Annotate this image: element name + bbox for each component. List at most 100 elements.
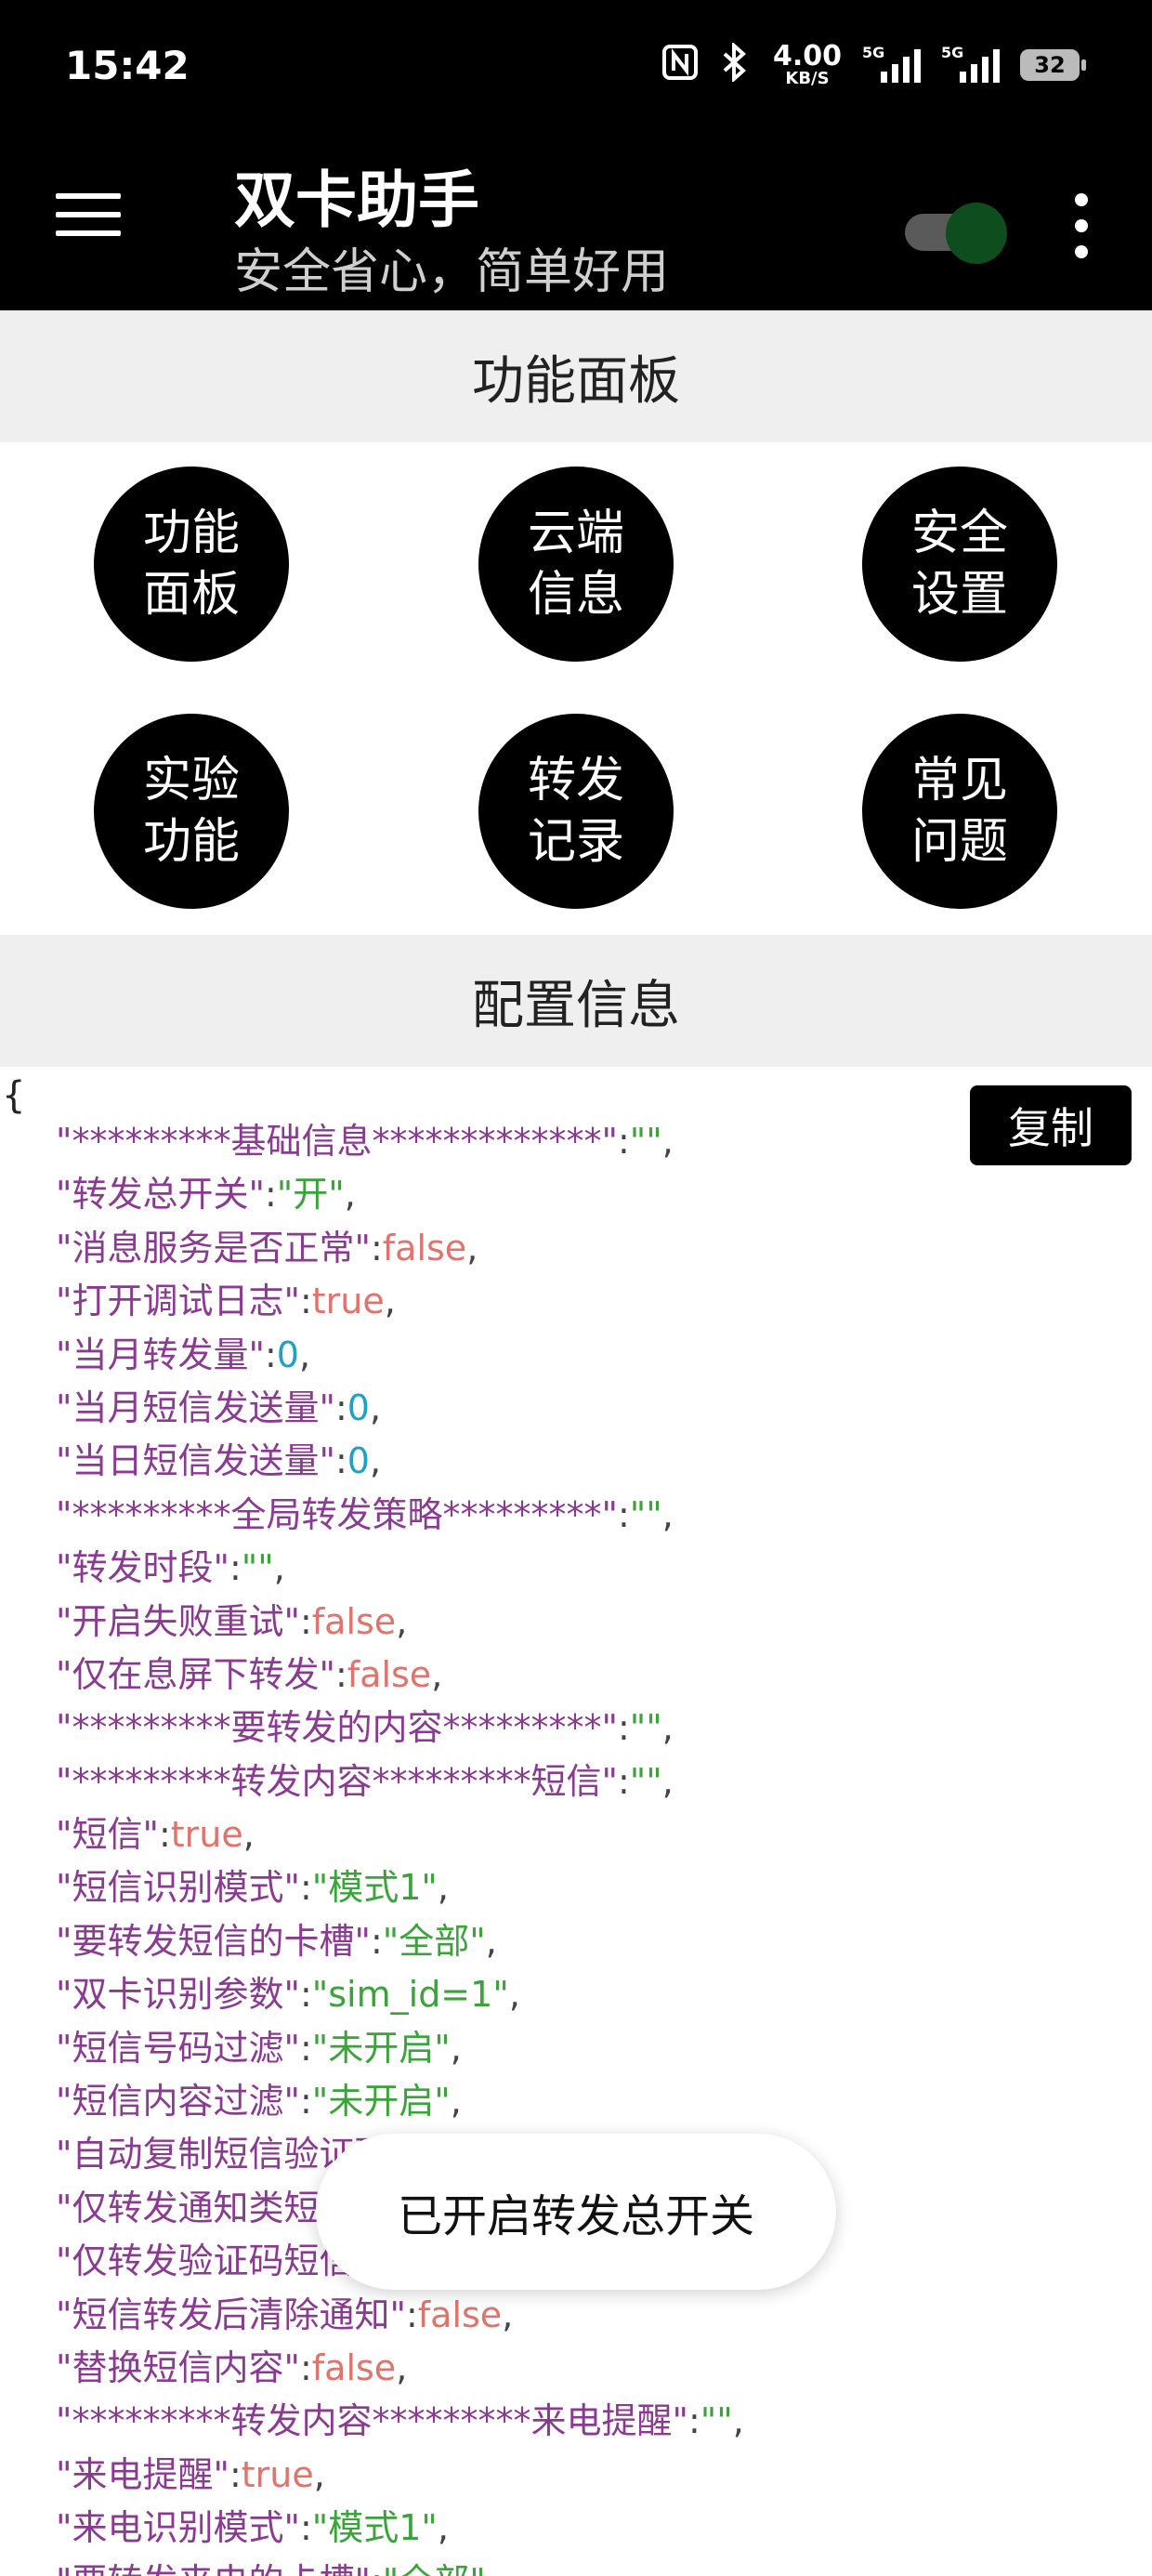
config-value: true [170, 1814, 243, 1856]
config-line: "*********要转发的内容*********":"", [56, 1707, 674, 1749]
sim2-network-label: 5G [941, 44, 964, 61]
config-line: "短信识别模式":"模式1", [56, 1867, 450, 1909]
config-key: "开启失败重试" [56, 1600, 300, 1642]
config-line: "短信转发后清除通知":false, [56, 2293, 514, 2335]
config-key: "短信" [56, 1814, 159, 1856]
config-value: 0 [347, 1440, 370, 1482]
config-value: "全部" [383, 2561, 486, 2576]
net-speed: 4.00 KB/S [773, 43, 842, 87]
battery-level: 32 [1034, 52, 1066, 78]
config-value: "" [700, 2400, 733, 2442]
config-key: "*********基础信息*************" [56, 1121, 618, 1162]
config-value: "" [241, 1547, 274, 1589]
function-grid: 功能面板 云端信息 安全设置 实验功能 转发记录 常见问题 [0, 442, 1152, 935]
config-line: "双卡识别参数":"sim_id=1", [56, 1974, 520, 2016]
forward-records-button[interactable]: 转发记录 [478, 714, 674, 909]
config-value: false [311, 1600, 397, 1642]
cloud-info-button[interactable]: 云端信息 [478, 467, 674, 662]
config-line: "*********转发内容*********来电提醒":"", [56, 2400, 744, 2442]
config-line: "替换短信内容":false, [56, 2346, 408, 2388]
config-line: "*********转发内容*********短信":"", [56, 1760, 674, 1802]
toast-message: 已开启转发总开关 [316, 2134, 836, 2290]
config-key: "当日短信发送量" [56, 1440, 335, 1482]
function-button-label: 安全设置 [910, 506, 1008, 623]
config-line: "转发时段":"", [56, 1547, 285, 1589]
config-value: "sim_id=1" [311, 1974, 509, 2016]
config-key: "当月转发量" [56, 1334, 265, 1375]
config-line: "转发总开关":"开", [56, 1174, 356, 1216]
config-line: "来电提醒":true, [56, 2453, 325, 2495]
config-key: "*********转发内容*********来电提醒" [56, 2400, 688, 2442]
config-key: "要转发来电的卡槽" [56, 2561, 371, 2576]
status-icons: 4.00 KB/S 5G 5G 32 [661, 41, 1086, 87]
config-value: "" [629, 1707, 662, 1749]
config-line: "短信":true, [56, 1814, 255, 1856]
config-key: "*********转发内容*********短信" [56, 1760, 618, 1802]
config-key: "双卡识别参数" [56, 1974, 300, 2016]
battery-icon: 32 [1020, 49, 1086, 81]
panel-section-header: 功能面板 [0, 310, 1152, 442]
config-line: "仅在息屏下转发":false, [56, 1653, 443, 1695]
config-line: "*********基础信息*************":"", [56, 1121, 674, 1162]
net-speed-unit: KB/S [785, 69, 830, 88]
app-bar: 双卡助手 安全省心，简单好用 [0, 138, 1152, 310]
config-key: "打开调试日志" [56, 1281, 300, 1322]
config-line: "短信内容过滤":"未开启", [56, 2081, 462, 2123]
config-json-view[interactable]: { 复制 "*********基础信息*************":"", "转发… [0, 1067, 1152, 2576]
config-value: true [311, 1281, 385, 1322]
config-value: "" [629, 1121, 662, 1162]
copy-button[interactable]: 复制 [970, 1085, 1132, 1165]
config-value: false [347, 1653, 432, 1695]
config-line: "当月转发量":0, [56, 1334, 311, 1375]
config-value: true [241, 2453, 314, 2495]
config-value: "" [629, 1493, 662, 1535]
app-subtitle: 安全省心，简单好用 [234, 244, 670, 300]
config-key: "短信号码过滤" [56, 2027, 300, 2069]
net-speed-value: 4.00 [772, 40, 842, 72]
config-value: 0 [276, 1334, 299, 1375]
config-key: "短信内容过滤" [56, 2081, 300, 2123]
config-key: "来电识别模式" [56, 2507, 300, 2549]
status-time: 15:42 [65, 43, 190, 88]
config-value: false [382, 1227, 467, 1268]
security-settings-button[interactable]: 安全设置 [862, 467, 1057, 662]
sim1-network-label: 5G [862, 44, 885, 61]
config-value: "模式1" [311, 1867, 438, 1909]
config-key: "转发总开关" [56, 1174, 265, 1216]
config-line: "打开调试日志":true, [56, 1281, 396, 1322]
config-line: "当月短信发送量":0, [56, 1387, 382, 1428]
config-line: "开启失败重试":false, [56, 1600, 408, 1642]
forward-master-toggle[interactable] [899, 193, 1011, 264]
config-key: "*********要转发的内容*********" [56, 1707, 618, 1749]
faq-button[interactable]: 常见问题 [862, 714, 1057, 909]
config-key: "要转发短信的卡槽" [56, 1920, 371, 1962]
config-value: "开" [276, 1174, 345, 1216]
status-bar: 15:42 4.00 KB/S 5G 5G 32 [0, 0, 1152, 138]
json-open-brace: { [2, 1074, 26, 1117]
config-key: "来电提醒" [56, 2453, 229, 2495]
config-value: false [311, 2346, 397, 2388]
menu-icon[interactable] [56, 193, 121, 249]
nfc-icon [661, 44, 699, 86]
config-key: "消息服务是否正常" [56, 1227, 371, 1268]
app-title: 双卡助手 [234, 164, 479, 236]
config-value: "模式1" [311, 2507, 438, 2549]
signal-sim2-icon: 5G [941, 44, 1000, 83]
function-button-label: 常见问题 [910, 753, 1008, 870]
config-value: false [417, 2293, 503, 2335]
experimental-features-button[interactable]: 实验功能 [94, 714, 289, 909]
more-options-icon[interactable] [1068, 193, 1094, 258]
config-value: 0 [347, 1387, 370, 1428]
config-line: "消息服务是否正常":false, [56, 1227, 478, 1268]
config-line: "当日短信发送量":0, [56, 1440, 382, 1482]
config-line: "来电识别模式":"模式1", [56, 2507, 450, 2549]
config-key: "替换短信内容" [56, 2346, 300, 2388]
bluetooth-icon [719, 41, 753, 87]
config-key: "转发时段" [56, 1547, 229, 1589]
config-line: "*********全局转发策略*********":"", [56, 1493, 674, 1535]
function-button-label: 实验功能 [142, 753, 240, 870]
function-button-label: 云端信息 [527, 506, 624, 623]
config-line: "要转发来电的卡槽":"全部", [56, 2556, 744, 2576]
function-panel-button[interactable]: 功能面板 [94, 467, 289, 662]
config-key: "短信转发后清除通知" [56, 2293, 406, 2335]
